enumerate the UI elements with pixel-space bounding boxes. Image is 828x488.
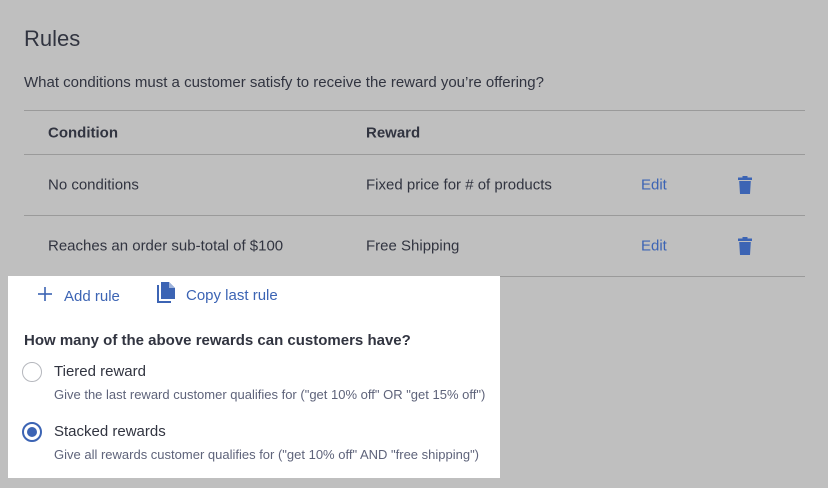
- option-label: Tiered reward: [54, 363, 146, 380]
- option-label: Stacked rewards: [54, 423, 166, 440]
- copy-last-rule-label: Copy last rule: [186, 286, 278, 304]
- option-help-text: Give all rewards customer qualifies for …: [54, 447, 480, 462]
- rules-question: What conditions must a customer satisfy …: [24, 74, 544, 91]
- trash-icon[interactable]: [738, 176, 752, 194]
- edit-link[interactable]: Edit: [641, 238, 667, 255]
- reward-cell: Fixed price for # of products: [366, 176, 552, 194]
- reward-mode-question: How many of the above rewards can custom…: [24, 332, 411, 349]
- stacked-rewards-radio[interactable]: [22, 422, 42, 442]
- condition-cell: No conditions: [48, 176, 139, 194]
- copy-icon: [156, 282, 176, 308]
- rules-table: Condition Reward No conditions Fixed pri…: [24, 110, 805, 277]
- column-header-reward: Reward: [366, 124, 421, 141]
- add-rule-label: Add rule: [64, 287, 120, 305]
- copy-last-rule-button[interactable]: Copy last rule: [156, 282, 278, 308]
- table-row: Reaches an order sub-total of $100 Free …: [24, 216, 805, 277]
- tiered-reward-radio[interactable]: [22, 362, 42, 382]
- reward-cell: Free Shipping: [366, 237, 460, 255]
- condition-cell: Reaches an order sub-total of $100: [48, 237, 284, 255]
- option-help-text: Give the last reward customer qualifies …: [54, 387, 486, 402]
- column-header-condition: Condition: [48, 124, 118, 141]
- trash-icon[interactable]: [738, 237, 752, 255]
- table-row: No conditions Fixed price for # of produ…: [24, 155, 805, 216]
- edit-link[interactable]: Edit: [641, 177, 667, 194]
- table-header: Condition Reward: [24, 110, 805, 155]
- add-rule-button[interactable]: Add rule: [38, 286, 120, 306]
- page-title: Rules: [24, 26, 81, 51]
- reward-settings-panel: Add rule Copy last rule How many of the …: [8, 276, 500, 478]
- plus-icon: [38, 287, 52, 305]
